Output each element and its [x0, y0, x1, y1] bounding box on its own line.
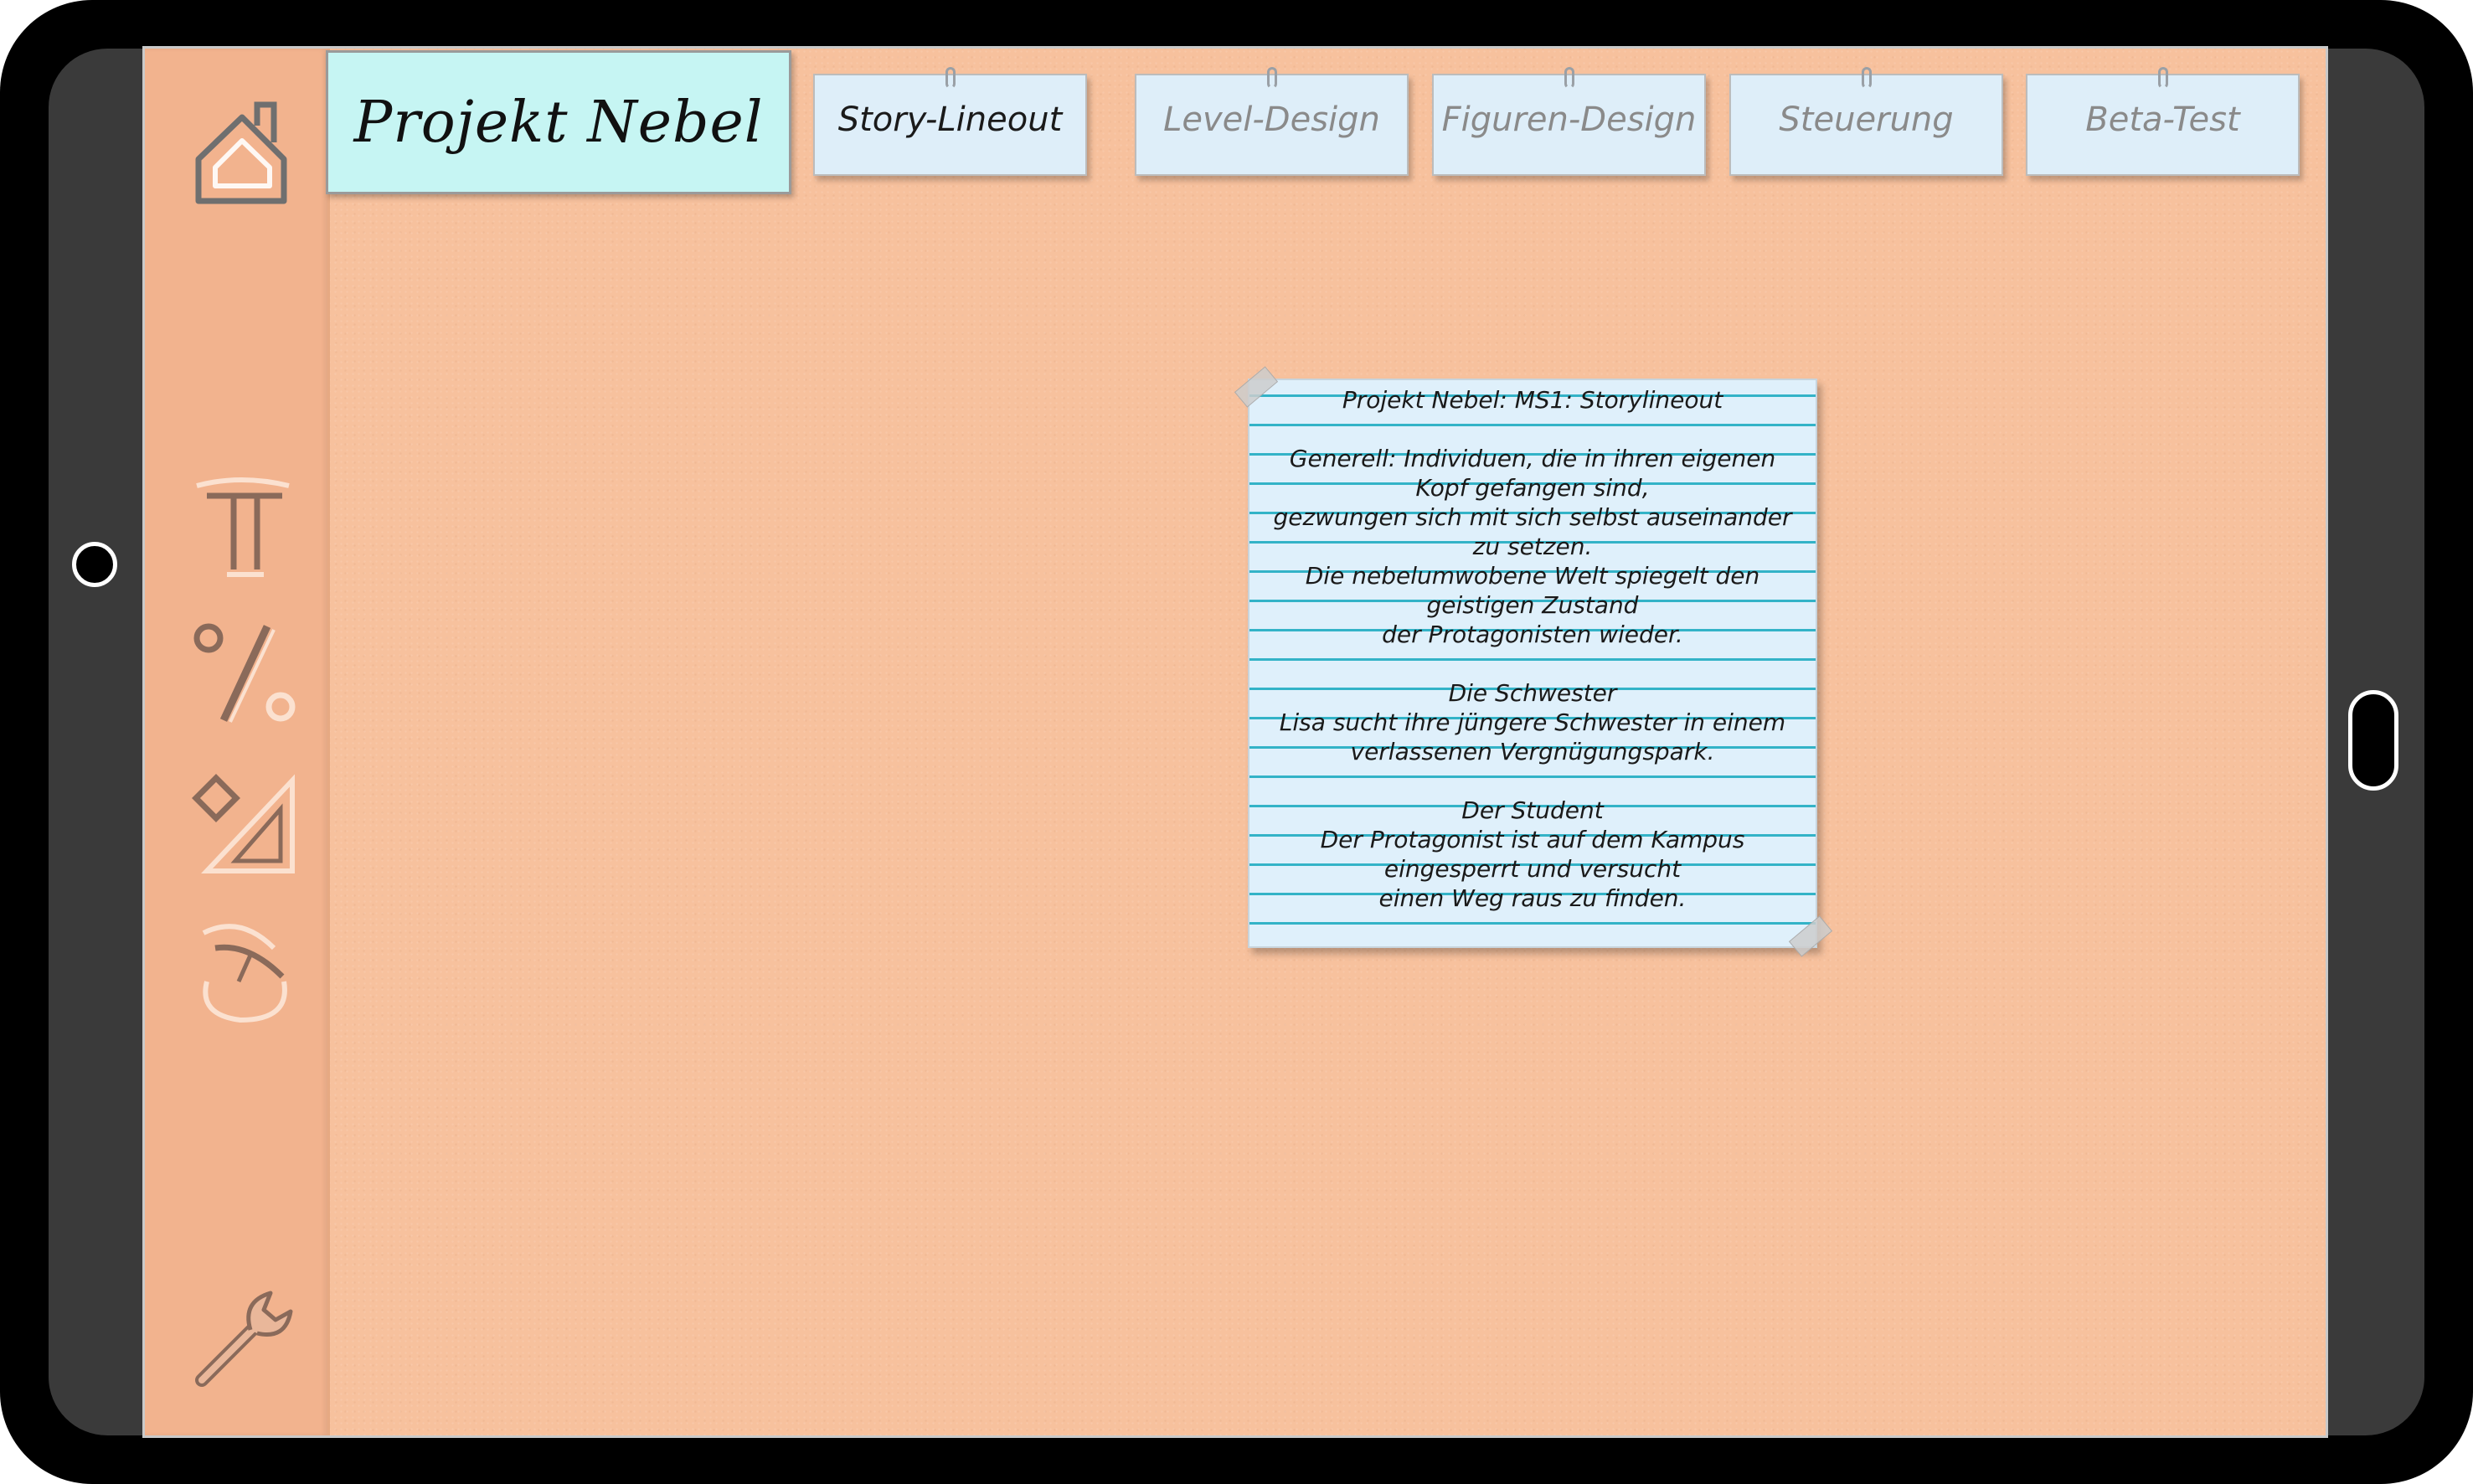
note-line: Projekt Nebel: MS1: Storylineout [1342, 386, 1723, 414]
tab-figuren-design[interactable]: Figuren-Design [1432, 67, 1706, 176]
shape-ruler-icon[interactable] [190, 767, 302, 879]
note-line: Generell: Individuen, die in ihren eigen… [1289, 445, 1776, 472]
tab-label: Story-Lineout [837, 100, 1063, 139]
note-line: einen Weg raus zu finden. [1378, 884, 1687, 912]
drawing-tool-icon[interactable] [190, 915, 302, 1027]
note-line: Kopf gefangen sind, [1415, 474, 1650, 502]
note-line: gezwungen sich mit sich selbst auseinand… [1273, 503, 1792, 531]
note-line: geistigen Zustand [1426, 591, 1639, 619]
tab-label: Steuerung [1779, 100, 1954, 139]
paperclip-icon [1266, 67, 1277, 89]
tape-bottom-right [1788, 915, 1833, 957]
note-line: Der Student [1461, 796, 1604, 824]
project-title-box: Projekt Nebel [326, 50, 791, 194]
paperclip-icon [1861, 67, 1872, 89]
tab-label: Level-Design [1163, 100, 1380, 139]
note-line [1249, 649, 1816, 678]
text-tool-icon[interactable] [190, 467, 302, 580]
tab-beta-test[interactable]: Beta-Test [2026, 67, 2300, 176]
note-text: Projekt Nebel: MS1: Storylineout Generel… [1249, 385, 1816, 913]
note-line [1249, 766, 1816, 796]
project-title: Projekt Nebel [353, 89, 764, 156]
note-line: Lisa sucht ihre jüngere Schwester in ein… [1279, 709, 1786, 736]
home-icon[interactable] [190, 92, 302, 204]
paperclip-icon [2157, 67, 2168, 89]
camera-icon [72, 542, 117, 587]
note-line: Der Protagonist ist auf dem Kampus [1320, 826, 1745, 853]
note-line: zu setzen. [1472, 533, 1593, 560]
note-line [1249, 415, 1816, 444]
tab-steuerung[interactable]: Steuerung [1729, 67, 2003, 176]
percent-icon[interactable] [190, 615, 302, 727]
tab-level-design[interactable]: Level-Design [1135, 67, 1409, 176]
note-line: Die nebelumwobene Welt spiegelt den [1305, 562, 1760, 590]
note-line: eingesperrt und versucht [1383, 855, 1682, 883]
story-note[interactable]: Projekt Nebel: MS1: Storylineout Generel… [1234, 366, 1833, 957]
wrench-icon[interactable] [190, 1281, 302, 1394]
tab-story-lineout[interactable]: Story-Lineout [813, 67, 1087, 176]
tablet-frame: Projekt Nebel Story-Lineout Level-Design… [0, 0, 2473, 1484]
app-screen: Projekt Nebel Story-Lineout Level-Design… [142, 46, 2328, 1438]
tab-label: Beta-Test [2085, 100, 2240, 139]
note-line: der Protagonisten wieder. [1382, 621, 1683, 648]
sidebar [145, 49, 330, 1435]
paperclip-icon [945, 67, 956, 89]
paperclip-icon [1564, 67, 1574, 89]
note-line: Die Schwester [1448, 679, 1617, 707]
note-line: verlassenen Vergnügungspark. [1350, 738, 1715, 765]
tab-label: Figuren-Design [1441, 100, 1697, 139]
home-hardware-button[interactable] [2348, 690, 2398, 791]
